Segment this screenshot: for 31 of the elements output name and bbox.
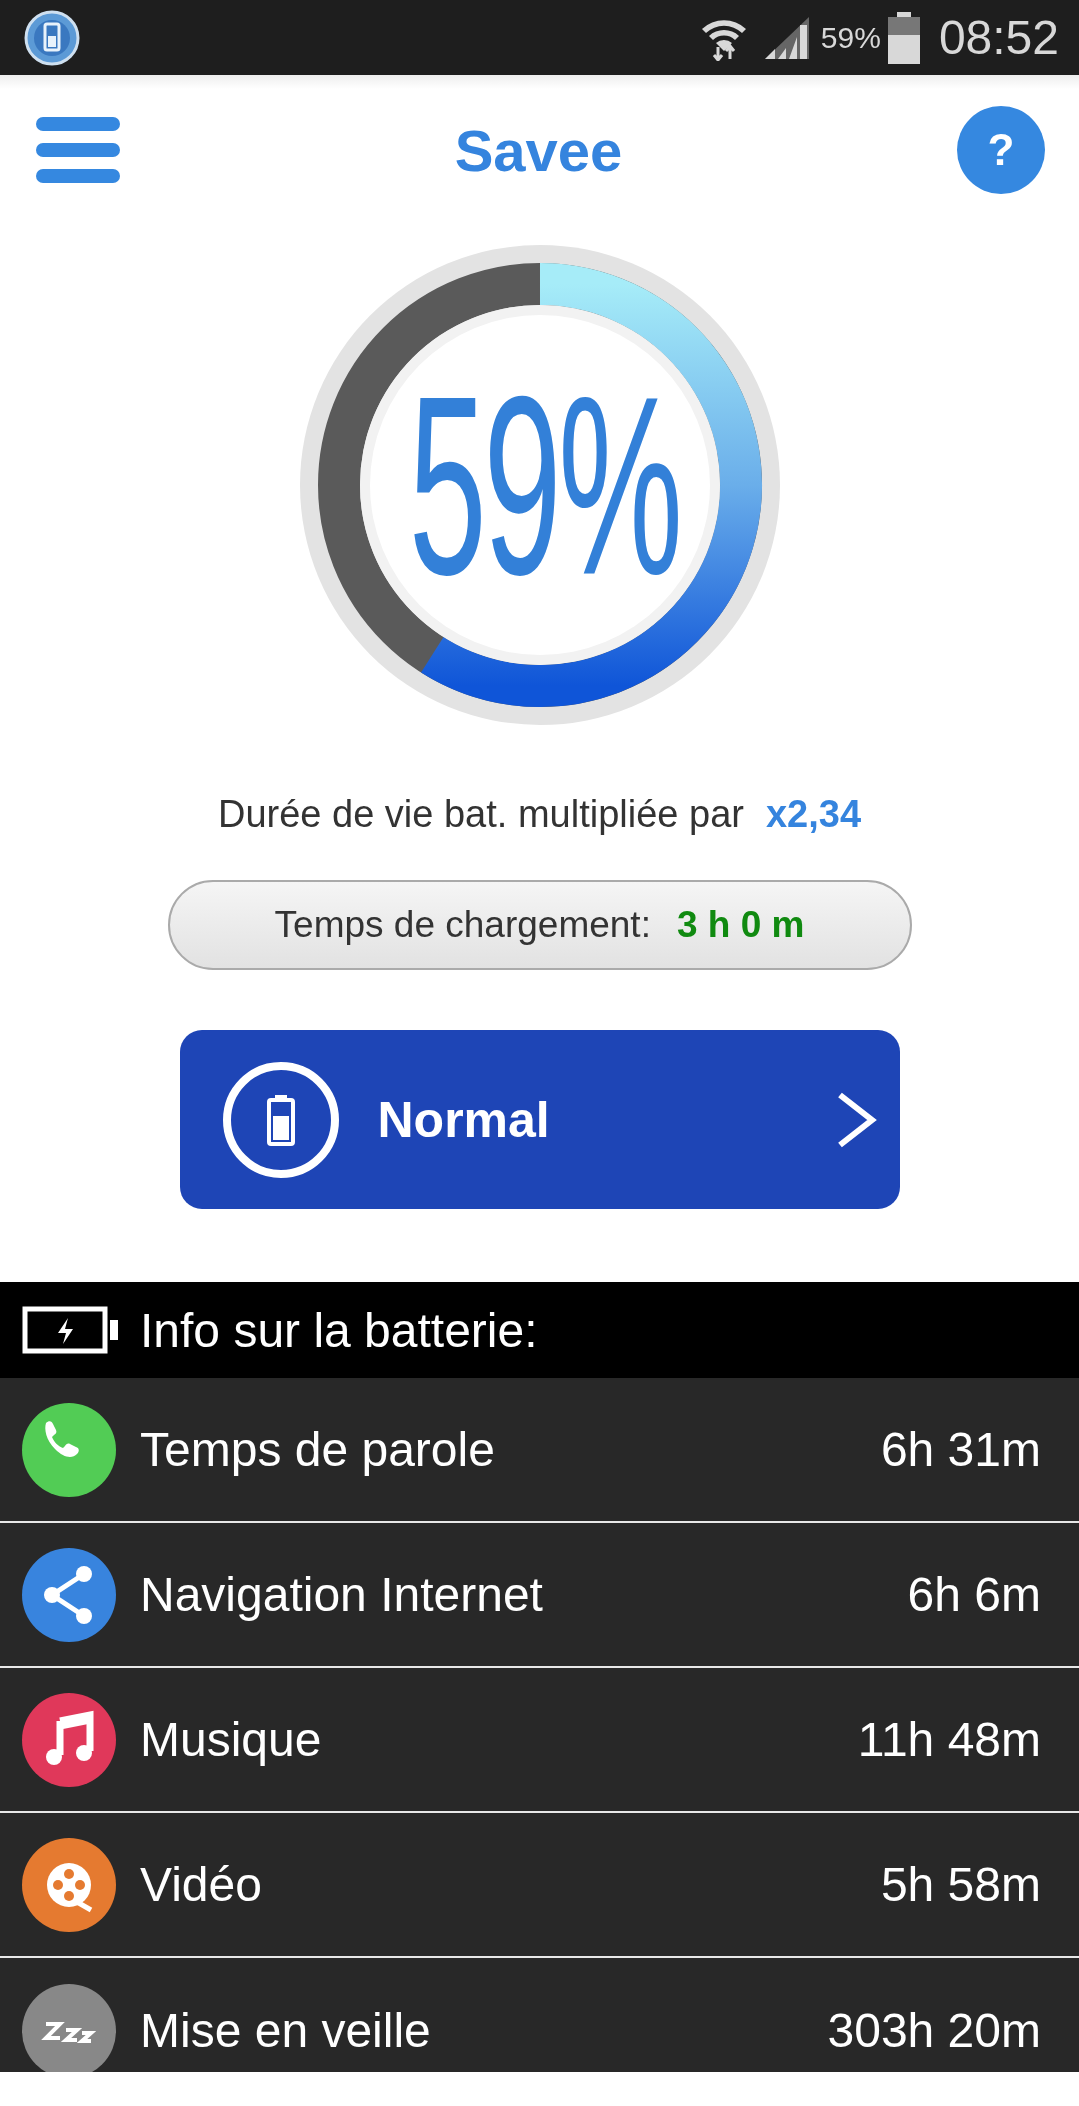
lifetime-multiplier: x2,34 xyxy=(765,793,861,836)
phone-icon xyxy=(22,1402,116,1497)
lifetime-label: Durée de vie bat. multipliée par xyxy=(217,793,744,836)
share-icon xyxy=(22,1547,116,1642)
usage-label: Navigation Internet xyxy=(140,1567,544,1622)
usage-time: 6h 31m xyxy=(880,1422,1041,1477)
app-title: Savee xyxy=(454,116,623,184)
usage-time: 303h 20m xyxy=(827,2003,1041,2058)
usage-label: Musique xyxy=(140,1712,323,1767)
usage-time: 11h 48m xyxy=(857,1712,1041,1767)
usage-time: 6h 6m xyxy=(907,1567,1041,1622)
section-title: Info sur la batterie: xyxy=(140,1302,538,1358)
app-battery-icon[interactable] xyxy=(24,9,80,66)
film-reel-icon xyxy=(22,1837,116,1932)
usage-label: Mise en veille xyxy=(140,2003,432,2058)
charge-time-value: 3 h 0 m xyxy=(676,904,805,946)
charging-battery-icon xyxy=(22,1306,120,1354)
usage-label: Temps de parole xyxy=(140,1422,496,1477)
usage-label: Vidéo xyxy=(140,1857,263,1912)
charge-time-label: Temps de chargement: xyxy=(274,904,651,946)
music-note-icon xyxy=(22,1692,116,1787)
battery-icon xyxy=(886,11,921,64)
menu-icon[interactable] xyxy=(36,117,120,183)
sleep-icon xyxy=(22,1983,116,2072)
battery-percentage: 59% xyxy=(820,20,881,55)
clock: 08:52 xyxy=(938,10,1059,65)
usage-time: 5h 58m xyxy=(880,1857,1041,1912)
battery-percentage: 59% xyxy=(408,357,680,613)
battery-icon xyxy=(221,1060,340,1179)
help-button[interactable]: ? xyxy=(957,106,1045,194)
mode-button[interactable]: Normal xyxy=(179,1030,900,1209)
